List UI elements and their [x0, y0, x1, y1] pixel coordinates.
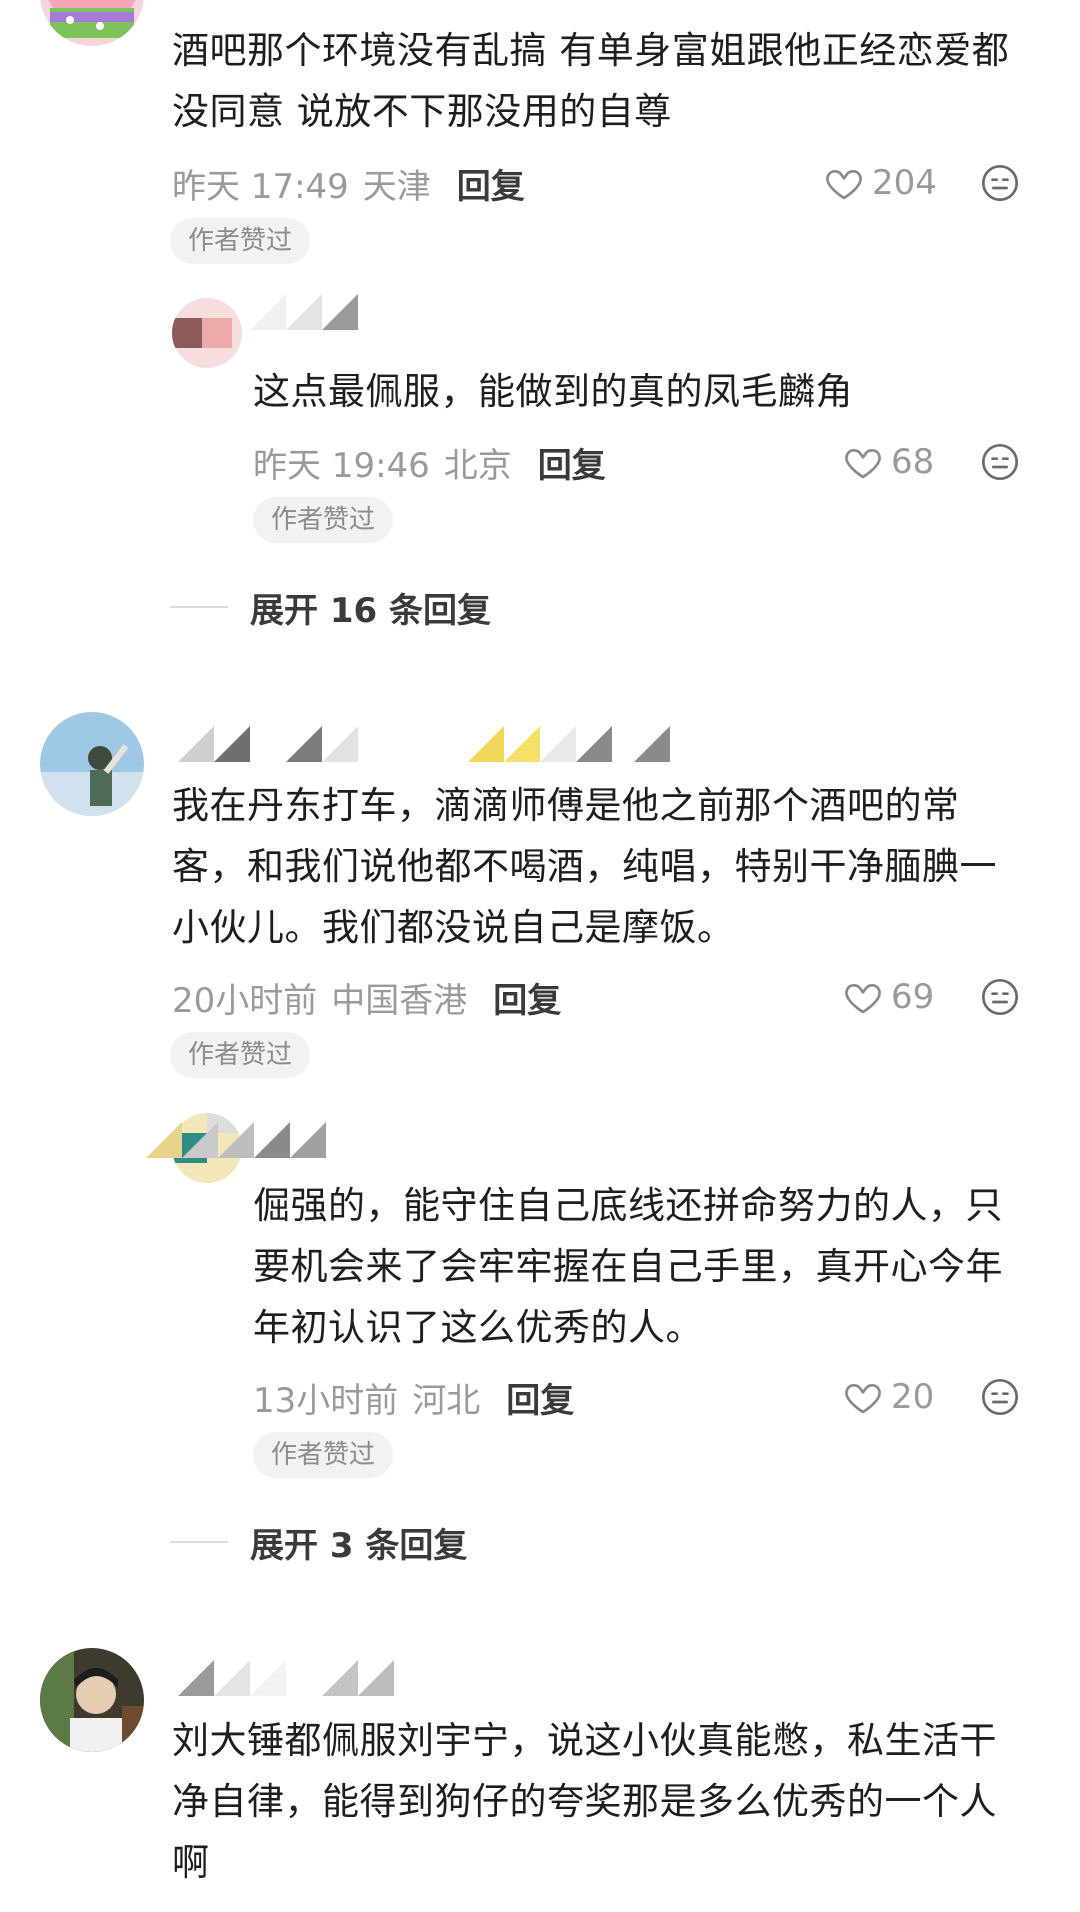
comment-location: 北京	[443, 445, 512, 486]
expand-replies-label: 展开 3 条回复	[250, 1525, 468, 1566]
heart-outline-icon	[845, 1384, 881, 1414]
comment-meta: 昨天 19:46 北京 回复	[253, 438, 606, 487]
reply-button[interactable]: 回复	[493, 973, 561, 1022]
expand-replies-label: 展开 16 条回复	[250, 590, 491, 631]
neutral-face-icon[interactable]	[980, 163, 1020, 203]
comment-text: 我在丹东打车，滴滴师傅是他之前那个酒吧的常 客，和我们说他都不喝酒，纯唱，特别干…	[172, 784, 997, 949]
heart-outline-icon	[826, 170, 862, 200]
author-liked-badge: 作者赞过	[170, 1032, 311, 1078]
reply-button[interactable]: 回复	[538, 438, 606, 487]
author-liked-badge: 作者赞过	[170, 218, 311, 264]
neutral-face-icon[interactable]	[980, 442, 1020, 482]
comment-meta: 昨天 17:49 天津 回复	[172, 159, 525, 208]
like-button[interactable]: 68	[843, 440, 934, 484]
expand-replies-button[interactable]: 展开 16 条回复	[170, 585, 491, 631]
comment-location: 河北	[412, 1380, 481, 1421]
divider-line	[170, 606, 228, 608]
like-count: 68	[891, 442, 935, 482]
neutral-face-icon[interactable]	[980, 977, 1020, 1017]
avatar[interactable]	[40, 0, 144, 46]
divider-line	[170, 1541, 228, 1543]
like-button[interactable]: 204	[824, 161, 937, 205]
comment-time: 13小时前	[253, 1380, 399, 1421]
comment-text: 刘大锤都佩服刘宇宁，说这小伙真能憋，私生活干 净自律，能得到狗仔的夸奖那是多么优…	[172, 1719, 997, 1884]
like-count: 204	[872, 163, 937, 203]
reply-button[interactable]: 回复	[506, 1373, 574, 1422]
username-censored	[178, 1656, 418, 1696]
comment-meta: 20小时前 中国香港 回复	[172, 973, 561, 1022]
comment-text: 酒吧那个环境没有乱搞 有单身富姐跟他正经恋爱都 没同意 说放不下那没用的自尊	[172, 29, 1010, 133]
comment-time: 昨天 19:46	[253, 445, 430, 486]
avatar[interactable]	[172, 298, 242, 368]
comment-text: 这点最佩服，能做到的真的凤毛麟角	[253, 370, 853, 413]
username-censored	[146, 1118, 326, 1158]
comment-location: 天津	[362, 166, 431, 207]
avatar[interactable]	[40, 1648, 144, 1752]
comment-location: 中国香港	[331, 980, 468, 1021]
neutral-face-icon[interactable]	[980, 1377, 1020, 1417]
like-count: 20	[891, 1377, 935, 1417]
author-liked-badge: 作者赞过	[253, 497, 394, 543]
author-liked-badge: 作者赞过	[253, 1432, 394, 1478]
comment-time: 昨天 17:49	[172, 166, 349, 207]
avatar[interactable]	[40, 712, 144, 816]
username-censored	[250, 290, 370, 330]
like-button[interactable]: 20	[843, 1375, 934, 1419]
comment-text: 倔强的，能守住自己底线还拼命努力的人，只 要机会来了会牢牢握在自己手里，真开心今…	[253, 1184, 1003, 1349]
like-count: 69	[891, 977, 935, 1017]
like-button[interactable]: 69	[843, 975, 934, 1019]
reply-button[interactable]: 回复	[457, 159, 525, 208]
comment-meta: 13小时前 河北 回复	[253, 1373, 574, 1422]
heart-outline-icon	[845, 984, 881, 1014]
expand-replies-button[interactable]: 展开 3 条回复	[170, 1520, 468, 1566]
comment-time: 20小时前	[172, 980, 318, 1021]
heart-outline-icon	[845, 449, 881, 479]
username-censored	[178, 722, 678, 762]
